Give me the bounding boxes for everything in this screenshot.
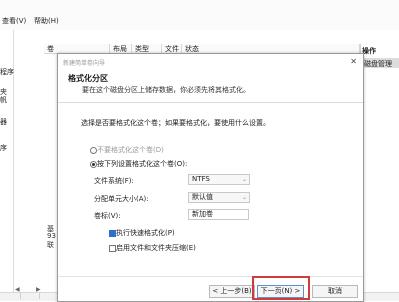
actions-item-disk-management[interactable]: 磁盘管理 [364, 59, 392, 69]
step-description: 要在这个磁盘分区上储存数据，你必须先将其格式化。 [82, 86, 250, 94]
menu-help[interactable]: 帮助(H) [34, 16, 59, 26]
allocation-size-value: 默认值 [192, 193, 213, 201]
quick-format-label[interactable]: 执行快速格式化(P) [116, 228, 175, 238]
disk-size: 93 [47, 232, 56, 240]
dialog-title: 新建简单卷向导 [63, 60, 106, 67]
quick-format-checkbox[interactable] [109, 230, 116, 237]
radio-no-format[interactable] [90, 147, 97, 154]
next-button-highlight [252, 276, 310, 300]
menu-bar [0, 0, 399, 30]
tree-item-5[interactable]: 序 [0, 143, 7, 153]
disk-status: 联 [47, 241, 54, 249]
allocation-size-select[interactable]: 默认值 ⌄ [188, 192, 250, 203]
new-simple-volume-wizard: 新建简单卷向导 ✕ 格式化分区 要在这个磁盘分区上储存数据，你必须先将其格式化。… [57, 53, 364, 302]
radio-no-format-label[interactable]: 不要格式化这个卷(D) [97, 145, 164, 155]
status-legend-2 [21, 293, 40, 299]
close-icon[interactable]: ✕ [350, 57, 357, 66]
compression-label[interactable]: 启用文件和文件夹压缩(E) [116, 243, 196, 253]
format-prompt: 选择是否要格式化这个卷；如果要格式化，要使用什么设置。 [81, 119, 270, 127]
chevron-down-icon: ⌄ [241, 176, 247, 183]
actions-pane [360, 44, 399, 292]
radio-format-label[interactable]: 按下列设置格式化这个卷(O): [97, 159, 187, 169]
back-button[interactable]: < 上一步(B) [209, 285, 255, 298]
cancel-button[interactable]: 取消 [312, 285, 358, 298]
volume-label-value: 新加卷 [192, 210, 213, 218]
filesystem-value: NTFS [192, 175, 210, 183]
actions-header: 操作 [362, 47, 376, 55]
volume-label-input[interactable]: 新加卷 [188, 209, 249, 220]
footer-divider [58, 276, 363, 277]
status-legend-1 [2, 293, 21, 299]
volume-label-label: 卷标(V): [94, 212, 121, 220]
allocation-size-label: 分配单元大小(A): [94, 195, 149, 203]
filesystem-select[interactable]: NTFS ⌄ [188, 174, 250, 185]
tree-item-3[interactable]: 帆 [0, 95, 7, 105]
filesystem-label: 文件系统(F): [94, 177, 134, 185]
tree-item-1[interactable]: 程序 [0, 67, 14, 77]
menu-view[interactable]: 查看(V) [2, 16, 26, 26]
step-title: 格式化分区 [68, 74, 108, 83]
tree-item-4[interactable]: 器 [0, 117, 7, 127]
compression-checkbox[interactable] [109, 245, 116, 252]
chevron-down-icon: ⌄ [241, 194, 247, 201]
radio-format[interactable] [90, 161, 97, 168]
